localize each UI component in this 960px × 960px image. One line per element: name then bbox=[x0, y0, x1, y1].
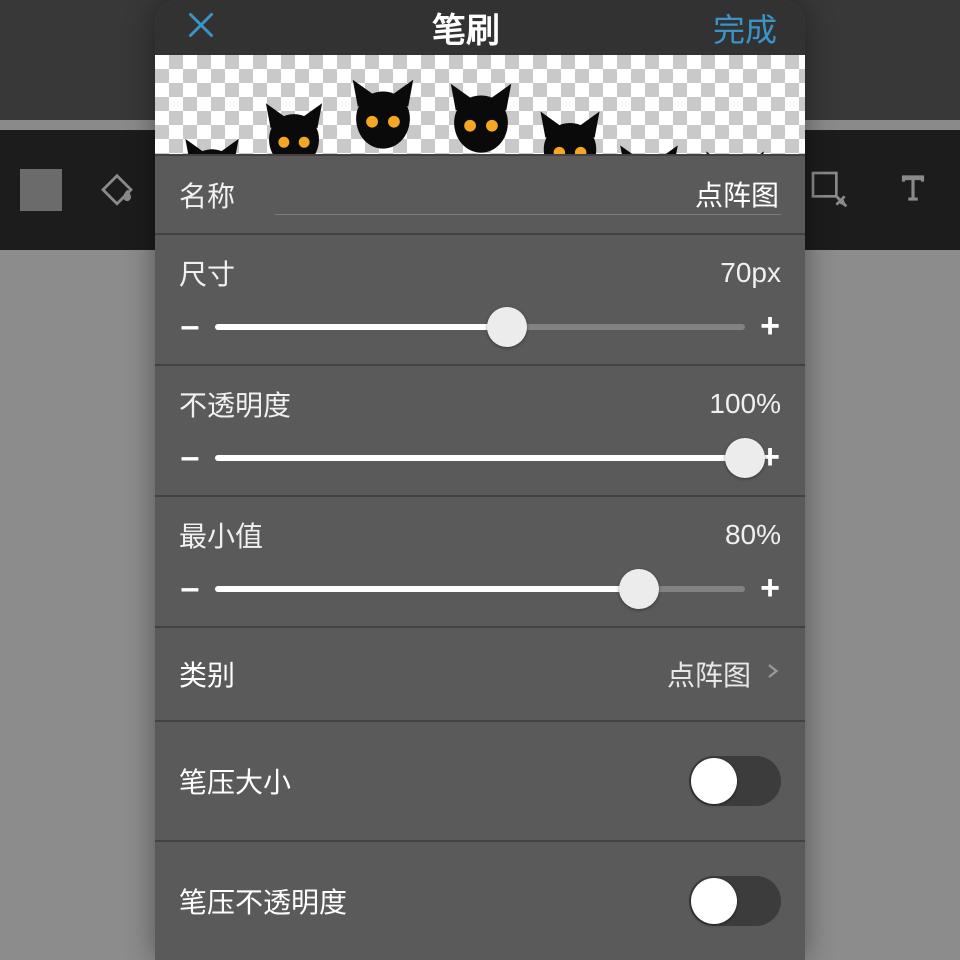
transform-icon[interactable] bbox=[808, 168, 848, 213]
slider-section: 最小值 80% – + bbox=[155, 495, 805, 626]
slider-section: 不透明度 100% – + bbox=[155, 364, 805, 495]
toggle-section: 笔压大小 bbox=[155, 720, 805, 840]
chevron-right-icon bbox=[763, 657, 781, 692]
minus-button[interactable]: – bbox=[179, 307, 201, 346]
toggle-label: 笔压大小 bbox=[179, 761, 291, 801]
brush-stamp bbox=[341, 73, 425, 154]
brush-stamp bbox=[439, 77, 523, 154]
brush-preview bbox=[155, 55, 805, 154]
color-swatch[interactable] bbox=[20, 169, 62, 211]
slider-thumb[interactable] bbox=[619, 569, 659, 609]
brush-stamp bbox=[255, 97, 333, 154]
paint-bucket-icon[interactable] bbox=[96, 167, 138, 214]
panel-header: 笔刷 完成 bbox=[155, 0, 805, 55]
slider-track[interactable] bbox=[215, 455, 745, 461]
category-label: 类别 bbox=[179, 654, 235, 694]
name-row: 名称 bbox=[155, 154, 805, 233]
done-button[interactable]: 完成 bbox=[713, 5, 777, 51]
brush-stamp bbox=[529, 105, 611, 154]
slider-track[interactable] bbox=[215, 324, 745, 330]
plus-button[interactable]: + bbox=[759, 307, 781, 346]
slider-track[interactable] bbox=[215, 586, 745, 592]
text-tool-icon[interactable] bbox=[894, 169, 932, 212]
slider-value: 100% bbox=[709, 388, 781, 420]
brush-stamp bbox=[695, 145, 775, 154]
slider-thumb[interactable] bbox=[487, 307, 527, 347]
brush-stamp bbox=[175, 133, 249, 154]
toggle-switch[interactable] bbox=[689, 756, 781, 806]
slider-label: 不透明度 bbox=[179, 384, 291, 424]
name-label: 名称 bbox=[179, 175, 235, 215]
minus-button[interactable]: – bbox=[179, 438, 201, 477]
panel-title: 笔刷 bbox=[432, 3, 500, 52]
slider-label: 最小值 bbox=[179, 515, 263, 555]
category-row[interactable]: 类别 点阵图 bbox=[155, 626, 805, 720]
plus-button[interactable]: + bbox=[759, 569, 781, 608]
brush-stamp bbox=[609, 139, 689, 154]
brush-panel: 笔刷 完成 bbox=[155, 0, 805, 960]
slider-thumb[interactable] bbox=[725, 438, 765, 478]
slider-value: 70px bbox=[720, 257, 781, 289]
slider-value: 80% bbox=[725, 519, 781, 551]
toggle-switch[interactable] bbox=[689, 876, 781, 926]
minus-button[interactable]: – bbox=[179, 569, 201, 608]
toggle-label: 笔压不透明度 bbox=[179, 881, 347, 921]
close-icon[interactable] bbox=[183, 7, 219, 48]
toggle-section: 笔压不透明度 bbox=[155, 840, 805, 960]
slider-label: 尺寸 bbox=[179, 253, 235, 293]
category-value: 点阵图 bbox=[667, 654, 751, 694]
name-input[interactable] bbox=[275, 174, 781, 215]
slider-section: 尺寸 70px – + bbox=[155, 233, 805, 364]
